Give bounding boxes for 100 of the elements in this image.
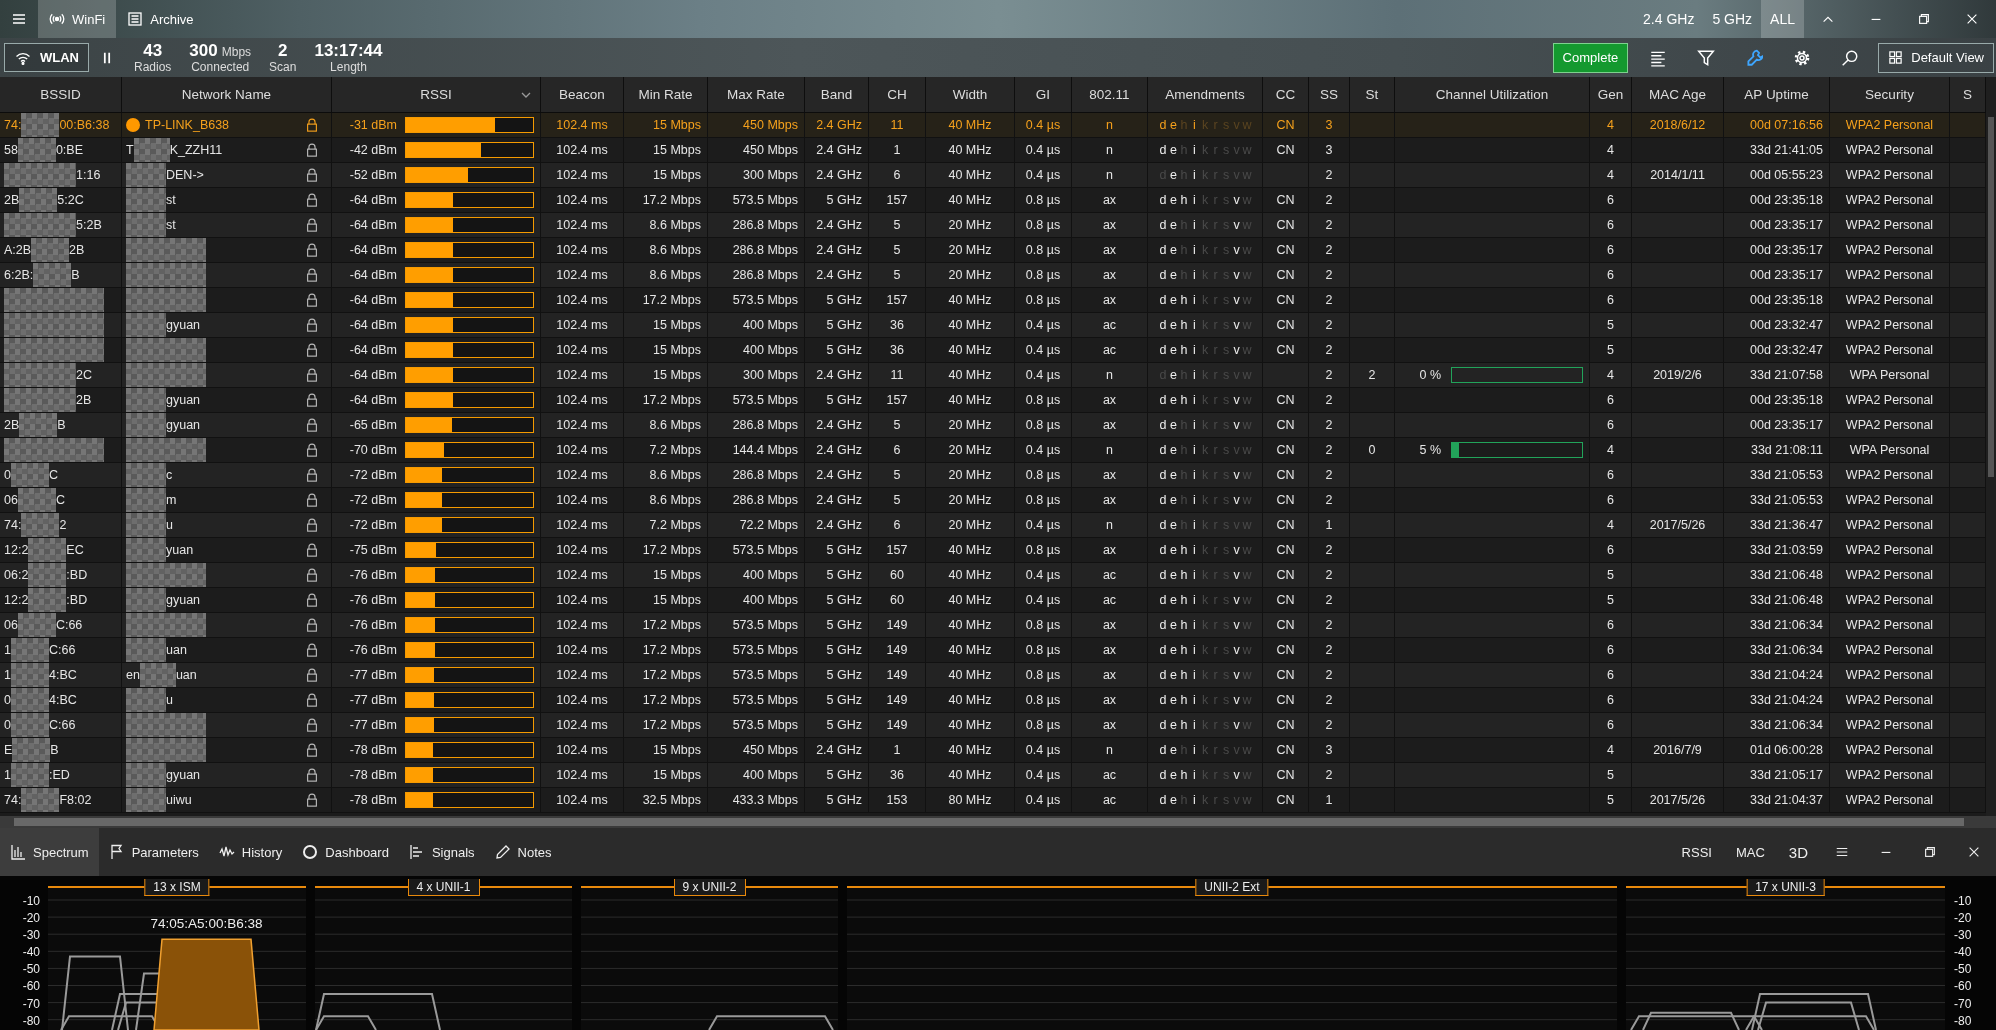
amendment-letter: d: [1158, 243, 1168, 257]
bssid-text: 1:16: [76, 168, 101, 182]
horizontal-scrollbar[interactable]: [0, 816, 1996, 828]
lock-icon: [305, 167, 319, 183]
amendment-letter: d: [1158, 268, 1168, 282]
band-filter-tab[interactable]: 5 GHz: [1703, 0, 1762, 38]
wlan-button[interactable]: WLAN: [4, 43, 89, 72]
table-cell: 102.4 ms: [541, 238, 624, 262]
network-name: gyuan: [166, 318, 201, 332]
table-cell: 2: [1309, 663, 1350, 687]
view-button[interactable]: Default View: [1878, 42, 1994, 73]
table-cell: WPA2 Personal: [1830, 288, 1950, 312]
table-cell: 573.5 Mbps: [708, 388, 805, 412]
amendment-letter: e: [1169, 718, 1178, 732]
pixelated-block: [28, 538, 67, 562]
amendment-letter: d: [1158, 468, 1168, 482]
table-cell: 102.4 ms: [541, 413, 624, 437]
table-cell: 6: [869, 513, 926, 537]
table-cell: CN: [1263, 413, 1309, 437]
amendment-letter: v: [1232, 218, 1241, 232]
table-cell: 8.6 Mbps: [624, 238, 708, 262]
pixelated-block: [10, 638, 49, 662]
table-cell: 400 Mbps: [708, 338, 805, 362]
amendment-letter: h: [1179, 693, 1189, 707]
table-cell: 40 MHz: [926, 663, 1015, 687]
rssi-reading: -72 dBm: [348, 493, 397, 507]
table-cell: 2: [1309, 438, 1350, 462]
bssid-text: C:66: [55, 618, 83, 632]
lock-icon: [305, 542, 319, 558]
table-cell: WPA2 Personal: [1830, 488, 1950, 512]
scrollbar-thumb[interactable]: [14, 818, 1964, 826]
table-cell: 0.8 µs: [1015, 613, 1072, 637]
table-cell: WPA2 Personal: [1830, 113, 1950, 137]
rssi-reading: -64 dBm: [348, 318, 397, 332]
panel-tab[interactable]: Notes: [484, 828, 562, 876]
panel-tab[interactable]: Spectrum: [0, 828, 99, 876]
table-cell: 40 MHz: [926, 538, 1015, 562]
table-cell: 5 GHz: [805, 538, 869, 562]
vertical-scrollbar[interactable]: [1986, 77, 1996, 816]
amendment-letter: i: [1192, 618, 1197, 632]
table-cell: 573.5 Mbps: [708, 713, 805, 737]
bssid-text: 1: [4, 643, 11, 657]
amendment-letter: e: [1169, 193, 1178, 207]
lock-icon: [305, 292, 319, 308]
bssid-text: 06: [4, 618, 18, 632]
network-name: uiwu: [166, 793, 192, 807]
pixelated-block: [10, 663, 49, 687]
panel-tab[interactable]: Parameters: [98, 828, 209, 876]
table-cell: 286.8 Mbps: [708, 263, 805, 287]
panel-tab[interactable]: Signals: [398, 828, 485, 876]
table-cell: CN: [1263, 213, 1309, 237]
scrollbar-thumb[interactable]: [1988, 117, 1994, 477]
table-cell: 17.2 Mbps: [624, 663, 708, 687]
rssi-reading: -64 dBm: [348, 368, 397, 382]
view-mode-button[interactable]: RSSI: [1669, 828, 1724, 876]
table-cell: 40 MHz: [926, 288, 1015, 312]
scan-status-button[interactable]: Complete: [1552, 42, 1629, 73]
table-cell: 2: [1309, 313, 1350, 337]
pixelated-block: [10, 763, 49, 787]
bssid-text: 2B: [4, 418, 20, 432]
table-cell: 8.6 Mbps: [624, 413, 708, 437]
band-filter-tab[interactable]: ALL: [1761, 0, 1804, 38]
bars-icon: [408, 844, 425, 860]
lock-icon: [305, 717, 319, 733]
table-cell: 40 MHz: [926, 313, 1015, 337]
table-cell: WPA2 Personal: [1830, 688, 1950, 712]
panel-tab[interactable]: History: [208, 828, 293, 876]
amendment-letter: i: [1192, 518, 1197, 532]
table-cell: 400 Mbps: [708, 763, 805, 787]
table-cell: ac: [1072, 763, 1148, 787]
amendment-letter: v: [1232, 468, 1241, 482]
table-cell: 17.2 Mbps: [624, 188, 708, 212]
table-cell: 4: [1590, 163, 1632, 187]
panel-tab[interactable]: Dashboard: [292, 828, 399, 876]
rssi-reading: -70 dBm: [348, 443, 397, 457]
view-mode-button[interactable]: MAC: [1723, 828, 1777, 876]
view-mode-button[interactable]: 3D: [1776, 828, 1820, 876]
table-cell: WPA2 Personal: [1830, 738, 1950, 762]
axis-label: -20: [22, 910, 41, 928]
close-icon: [1965, 12, 1979, 26]
app-tab[interactable]: WinFi: [38, 0, 117, 38]
table-cell: 2.4 GHz: [805, 363, 869, 387]
amendment-letter: i: [1192, 343, 1197, 357]
amendment-letter: v: [1232, 393, 1241, 407]
band-filter-tab[interactable]: 2.4 GHz: [1634, 0, 1704, 38]
table-cell: WPA2 Personal: [1830, 463, 1950, 487]
table-cell: 573.5 Mbps: [708, 613, 805, 637]
amendment-letter: i: [1192, 393, 1197, 407]
table-cell: 102.4 ms: [541, 638, 624, 662]
rssi-reading: -78 dBm: [348, 768, 397, 782]
table-cell: 102.4 ms: [541, 513, 624, 537]
table-cell: 0.8 µs: [1015, 188, 1072, 212]
table-cell: 00d 23:35:17: [1724, 263, 1830, 287]
table-cell: 102.4 ms: [541, 463, 624, 487]
table-cell: 0.4 µs: [1015, 338, 1072, 362]
table-cell: 0.8 µs: [1015, 238, 1072, 262]
axis-label: -30: [22, 927, 41, 945]
table-cell: ac: [1072, 313, 1148, 337]
amendment-letter: d: [1158, 718, 1168, 732]
app-tab[interactable]: Archive: [116, 0, 205, 38]
